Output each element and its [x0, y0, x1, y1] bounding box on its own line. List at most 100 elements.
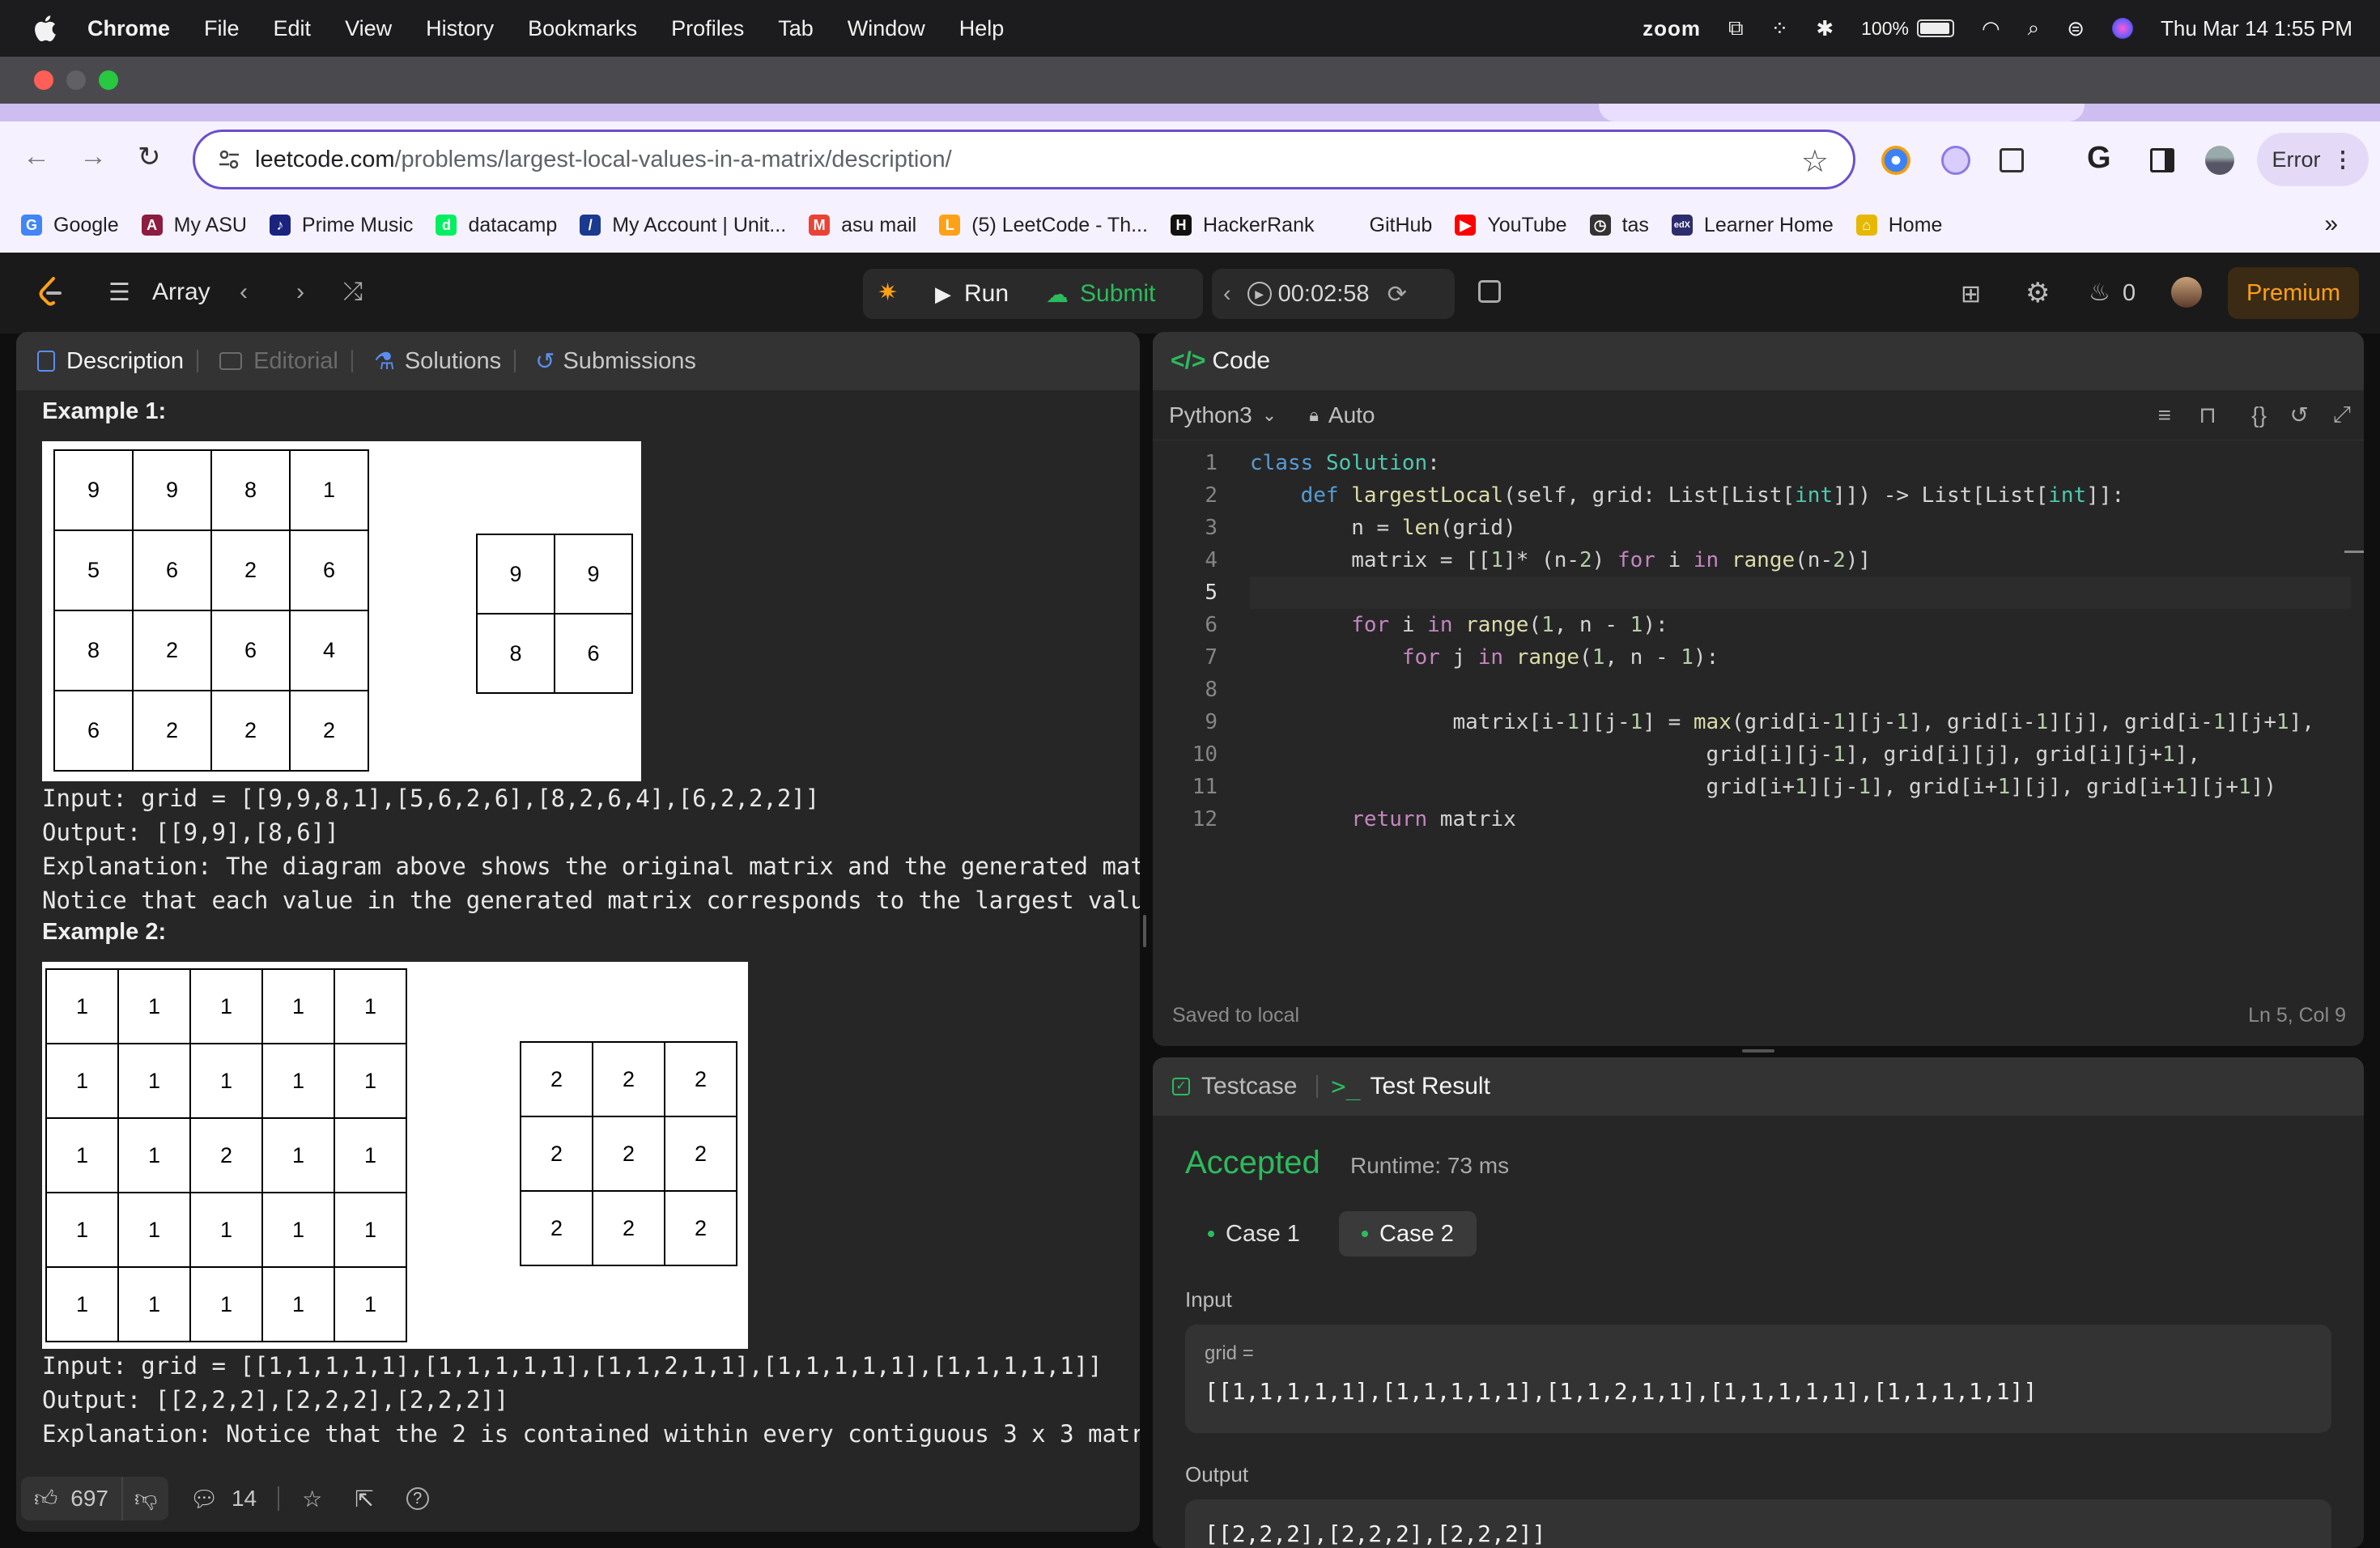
bookmark-item[interactable]: edX Learner Home: [1671, 214, 1834, 237]
vertical-resize-handle[interactable]: [1143, 915, 1146, 947]
streak-flame-icon[interactable]: ♨: [2089, 279, 2110, 307]
menu-file[interactable]: File: [204, 16, 240, 41]
code-editor[interactable]: 1 2 3 4 5 6 7 8 9 10 11 12 class Solution: def larg…: [1153, 447, 2364, 981]
menu-edit[interactable]: Edit: [274, 16, 312, 41]
horizontal-resize-handle[interactable]: [1742, 1049, 1774, 1053]
tab-submissions[interactable]: ↺ Submissions: [524, 347, 696, 376]
debug-icon[interactable]: ✷: [878, 279, 898, 307]
extension-icon-2[interactable]: [1941, 146, 1970, 175]
side-panel-icon[interactable]: [2150, 148, 2174, 172]
shuffle-icon[interactable]: ⤮: [343, 279, 363, 306]
settings-gear-icon[interactable]: ⚙: [2025, 277, 2050, 309]
code-line-9: matrix[i-1][j-1] = max(grid[i-1][j-1], g…: [1250, 710, 2314, 734]
timer-collapse-icon[interactable]: ‹: [1223, 281, 1231, 308]
case-1-tab[interactable]: Case 1: [1185, 1211, 1323, 1257]
bookmark-item[interactable]: ♪ Prime Music: [269, 214, 413, 237]
profile-avatar[interactable]: [2205, 146, 2234, 175]
submit-button[interactable]: ☁ Submit: [1046, 269, 1200, 319]
bookmark-item[interactable]: ⌂ Home: [1855, 214, 1942, 237]
layout-icon[interactable]: ⊞: [1961, 280, 1981, 308]
siri-icon[interactable]: [2112, 18, 2133, 39]
control-center-icon[interactable]: ⊜: [2067, 16, 2085, 41]
bookmark-item[interactable]: d datacamp: [436, 214, 557, 237]
fullscreen-icon[interactable]: ⤢: [2333, 402, 2351, 428]
reset-code-icon[interactable]: ↺: [2290, 402, 2309, 428]
menu-history[interactable]: History: [426, 16, 494, 41]
case-2-tab[interactable]: Case 2: [1339, 1211, 1477, 1257]
back-button[interactable]: ←: [23, 141, 50, 172]
bookmark-item[interactable]: ◷ tas: [1589, 214, 1649, 237]
like-button[interactable]: 👍︎ 697: [21, 1477, 121, 1520]
menu-view[interactable]: View: [345, 16, 392, 41]
zoom-status-item[interactable]: zoom: [1643, 16, 1701, 41]
close-window-button[interactable]: [34, 70, 53, 90]
bookmark-item[interactable]: G Google: [21, 214, 119, 237]
comments-button[interactable]: 💬︎ 14: [189, 1486, 257, 1512]
tab-test-result[interactable]: >_ Test Result: [1331, 1073, 1490, 1101]
menu-help[interactable]: Help: [959, 16, 1005, 41]
address-bar[interactable]: leetcode.com/problems/largest-local-valu…: [193, 130, 1855, 189]
code-line-11: grid[i+1][j-1], grid[i+1][j], grid[i+1][…: [1250, 775, 2276, 799]
more-bookmarks-icon[interactable]: »: [2324, 211, 2338, 238]
bookmark-favicon-icon: A: [141, 215, 163, 236]
bookmark-item[interactable]: ▶ YouTube: [1455, 214, 1567, 237]
prev-problem-button[interactable]: ‹: [240, 279, 248, 306]
timer-reset-icon[interactable]: ⟳: [1388, 280, 1407, 308]
problem-list-icon[interactable]: ☰: [108, 279, 130, 307]
code-brackets-icon: </>: [1171, 347, 1206, 374]
bookmark-icon[interactable]: ⊓: [2199, 402, 2216, 428]
notes-icon[interactable]: [1478, 280, 1501, 303]
tab-solutions[interactable]: ⚗ Solutions: [361, 347, 501, 376]
leetcode-logo-icon[interactable]: [36, 275, 65, 308]
battery-status[interactable]: 100%: [1861, 18, 1954, 40]
bookmark-star-icon[interactable]: ☆: [1801, 143, 1829, 180]
forward-button[interactable]: →: [79, 141, 107, 172]
extension-icon-1[interactable]: [1881, 146, 1910, 175]
bookmark-item[interactable]: H HackerRank: [1170, 214, 1315, 237]
chrome-error-menu-button[interactable]: Error ⋮: [2257, 133, 2369, 186]
grammarly-g-icon[interactable]: G: [2087, 141, 2111, 176]
problem-list-title[interactable]: Array: [152, 279, 210, 306]
braces-icon[interactable]: {}: [2251, 402, 2267, 428]
menu-window[interactable]: Window: [848, 16, 925, 41]
tab-editorial[interactable]: Editorial: [206, 348, 338, 375]
menu-bookmarks[interactable]: Bookmarks: [528, 16, 637, 41]
apple-icon[interactable]: [32, 15, 57, 42]
reload-button[interactable]: ↻: [138, 141, 161, 173]
timer-play-icon[interactable]: ▶: [1247, 282, 1272, 306]
tab-description[interactable]: Description: [24, 348, 184, 375]
dots-status-icon[interactable]: ⁘: [1771, 16, 1789, 41]
share-icon[interactable]: ⇱: [355, 1486, 373, 1512]
browser-tab[interactable]: [1599, 104, 2085, 121]
zoom-window-button[interactable]: [99, 70, 118, 90]
bookmark-item[interactable]: A My ASU: [141, 214, 247, 237]
screen-mirror-icon[interactable]: ⧉: [1728, 15, 1744, 41]
minimize-window-button[interactable]: [66, 70, 86, 90]
bookmark-item[interactable]: Masu mail: [809, 214, 916, 237]
user-avatar[interactable]: [2171, 277, 2202, 308]
menu-profiles[interactable]: Profiles: [671, 16, 744, 41]
menu-app-chrome[interactable]: Chrome: [87, 16, 170, 41]
help-icon[interactable]: ?: [406, 1487, 429, 1510]
site-settings-icon[interactable]: [218, 148, 240, 171]
bluetooth-icon[interactable]: ✱: [1816, 16, 1834, 41]
wifi-icon[interactable]: ◠: [1982, 16, 2000, 41]
extensions-puzzle-icon[interactable]: [2000, 148, 2024, 172]
tab-testcase[interactable]: ✓ Testcase: [1172, 1073, 1297, 1100]
menu-tab[interactable]: Tab: [778, 16, 814, 41]
grid-cell: 1: [191, 1268, 263, 1342]
menubar-clock[interactable]: Thu Mar 14 1:55 PM: [2161, 16, 2352, 41]
bookmark-item[interactable]: L (5) LeetCode - Th...: [939, 214, 1148, 237]
auto-mode-toggle[interactable]: 🔒︎ Auto: [1309, 402, 1375, 428]
dislike-button[interactable]: 👎︎: [121, 1477, 169, 1520]
favorite-star-icon[interactable]: ☆: [302, 1486, 322, 1512]
run-button[interactable]: ▶ Run: [935, 269, 1040, 319]
format-code-icon[interactable]: ≡: [2158, 402, 2171, 428]
bookmark-item[interactable]: GitHub: [1337, 214, 1432, 237]
spotlight-search-icon[interactable]: ⌕: [2028, 15, 2040, 41]
premium-button[interactable]: Premium: [2228, 267, 2359, 319]
language-selector[interactable]: Python3 ⌄: [1169, 402, 1277, 428]
next-problem-button[interactable]: ›: [296, 279, 304, 306]
bookmark-item[interactable]: / My Account | Unit...: [580, 214, 786, 237]
line-number: 10: [1192, 742, 1218, 767]
